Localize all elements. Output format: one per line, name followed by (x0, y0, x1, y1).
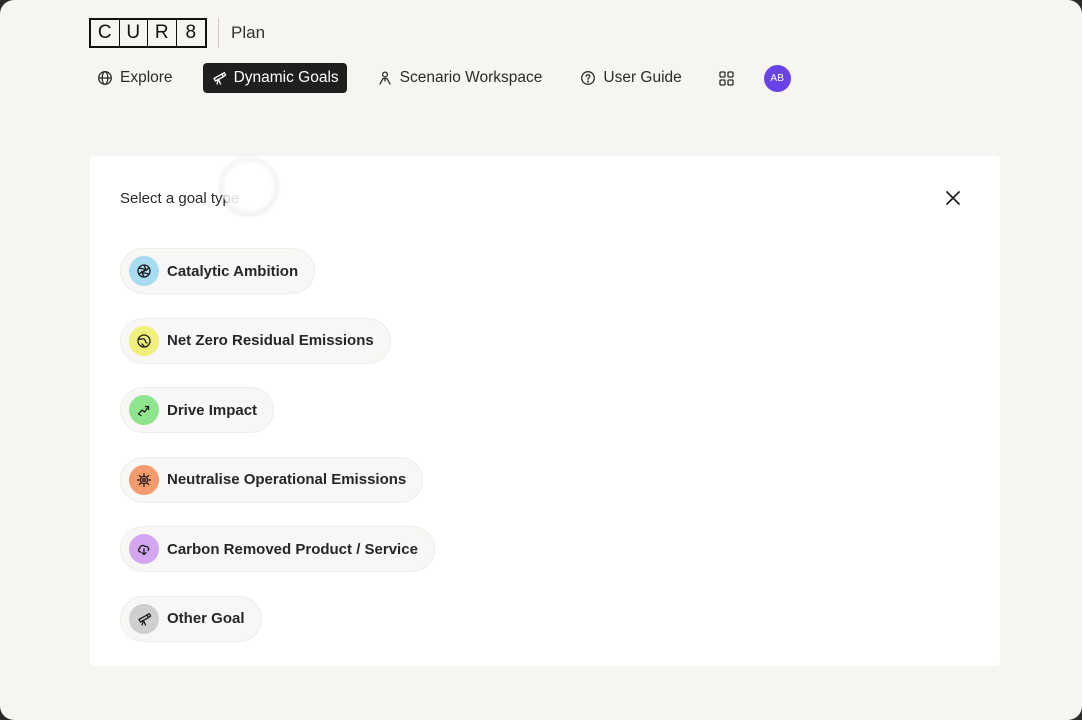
aperture-icon (129, 256, 159, 286)
trend-icon (129, 395, 159, 426)
nav-label: User Guide (603, 69, 682, 86)
brand-divider (218, 18, 219, 48)
cursor-highlight (221, 158, 277, 214)
goal-option-carbon-removed-product-service[interactable]: Carbon Removed Product / Service (120, 526, 435, 573)
person-icon (377, 70, 393, 86)
globe-icon (97, 70, 113, 86)
logo-letter: 8 (185, 22, 197, 43)
goal-type-list: Catalytic Ambition Net Zero Residual Emi… (120, 248, 435, 666)
goal-option-neutralise-operational-emissions[interactable]: Neutralise Operational Emissions (120, 456, 424, 503)
grid-icon (719, 70, 734, 86)
nav-label: Scenario Workspace (399, 69, 543, 86)
brand: C U R 8 Plan (89, 18, 265, 48)
nav-label: Explore (120, 69, 173, 86)
cur8-logo[interactable]: C U R 8 (89, 18, 207, 48)
goal-type-panel: Select a goal type Catalytic Ambition Ne… (90, 156, 1000, 666)
goal-label: Net Zero Residual Emissions (167, 332, 374, 350)
telescope-icon (129, 603, 159, 634)
goal-label: Catalytic Ambition (167, 262, 299, 280)
goal-option-net-zero-residual-emissions[interactable]: Net Zero Residual Emissions (120, 317, 391, 364)
goal-option-drive-impact[interactable]: Drive Impact (120, 387, 275, 434)
globe-check-icon (129, 325, 159, 356)
goal-label: Drive Impact (167, 401, 258, 419)
nav-item-scenario-workspace[interactable]: Scenario Workspace (369, 63, 551, 93)
close-button[interactable] (944, 189, 962, 207)
telescope-icon (211, 70, 227, 86)
goal-option-other-goal[interactable]: Other Goal (120, 595, 262, 642)
close-icon (946, 191, 960, 205)
apps-grid-button[interactable] (712, 63, 742, 93)
app-window: C U R 8 Plan Explore Dynamic Goals Scena… (0, 0, 1082, 720)
cloud-download-icon (129, 534, 159, 565)
logo-letter: U (120, 20, 148, 46)
goal-label: Carbon Removed Product / Service (167, 540, 418, 558)
logo-letter: R (148, 20, 177, 46)
avatar[interactable]: AB (763, 64, 791, 92)
help-circle-icon (580, 70, 596, 86)
nav-label: Dynamic Goals (233, 69, 339, 86)
goal-option-catalytic-ambition[interactable]: Catalytic Ambition (120, 248, 316, 294)
goal-label: Other Goal (167, 610, 245, 628)
top-nav: Explore Dynamic Goals Scenario Workspace (89, 63, 791, 93)
nav-item-user-guide[interactable]: User Guide (572, 63, 689, 93)
goal-label: Neutralise Operational Emissions (167, 471, 407, 489)
logo-letter: C (91, 20, 120, 46)
nav-item-dynamic-goals[interactable]: Dynamic Goals (202, 63, 347, 93)
section-label: Plan (231, 23, 266, 42)
gear-icon (129, 464, 159, 495)
nav-item-explore[interactable]: Explore (89, 63, 181, 93)
